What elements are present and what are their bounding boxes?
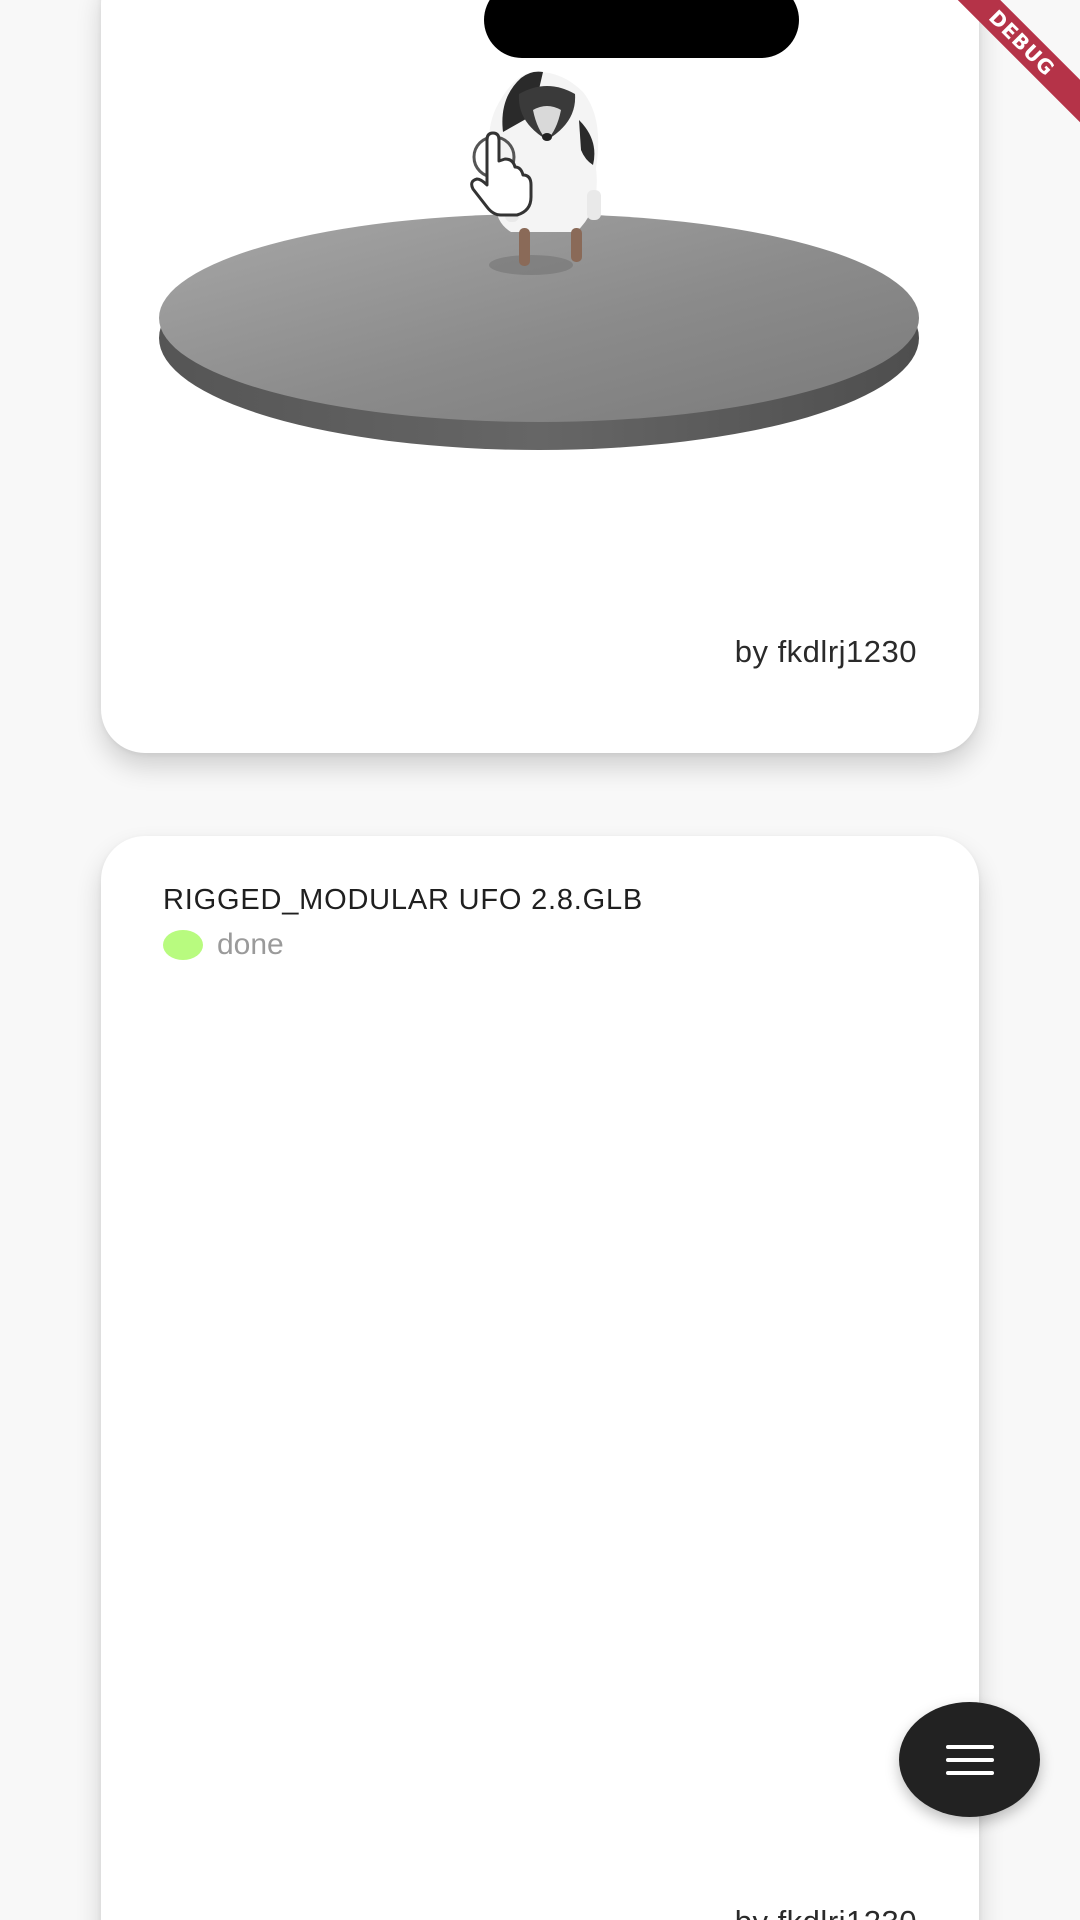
debug-label: DEBUG bbox=[940, 0, 1080, 132]
debug-banner: DEBUG bbox=[940, 0, 1080, 140]
model-card[interactable]: by fkdlrj1230 bbox=[101, 0, 979, 753]
status-label: done bbox=[217, 928, 284, 961]
status-indicator: done bbox=[163, 928, 284, 962]
camera-notch bbox=[484, 0, 799, 58]
turntable bbox=[159, 214, 919, 450]
menu-button[interactable] bbox=[899, 1702, 1040, 1817]
status-dot bbox=[163, 930, 203, 960]
model-list-screen: by fkdlrj1230 RIGGED_MODULAR UFO 2.8.GLB… bbox=[0, 0, 1080, 1920]
model-card[interactable]: RIGGED_MODULAR UFO 2.8.GLB done by fkdlr… bbox=[101, 836, 979, 1920]
author-label: by fkdlrj1230 bbox=[735, 1904, 917, 1920]
author-label: by fkdlrj1230 bbox=[734, 634, 917, 669]
menu-icon bbox=[945, 1744, 994, 1775]
model-preview-3d[interactable] bbox=[101, 0, 979, 520]
model-title: RIGGED_MODULAR UFO 2.8.GLB bbox=[163, 884, 644, 916]
